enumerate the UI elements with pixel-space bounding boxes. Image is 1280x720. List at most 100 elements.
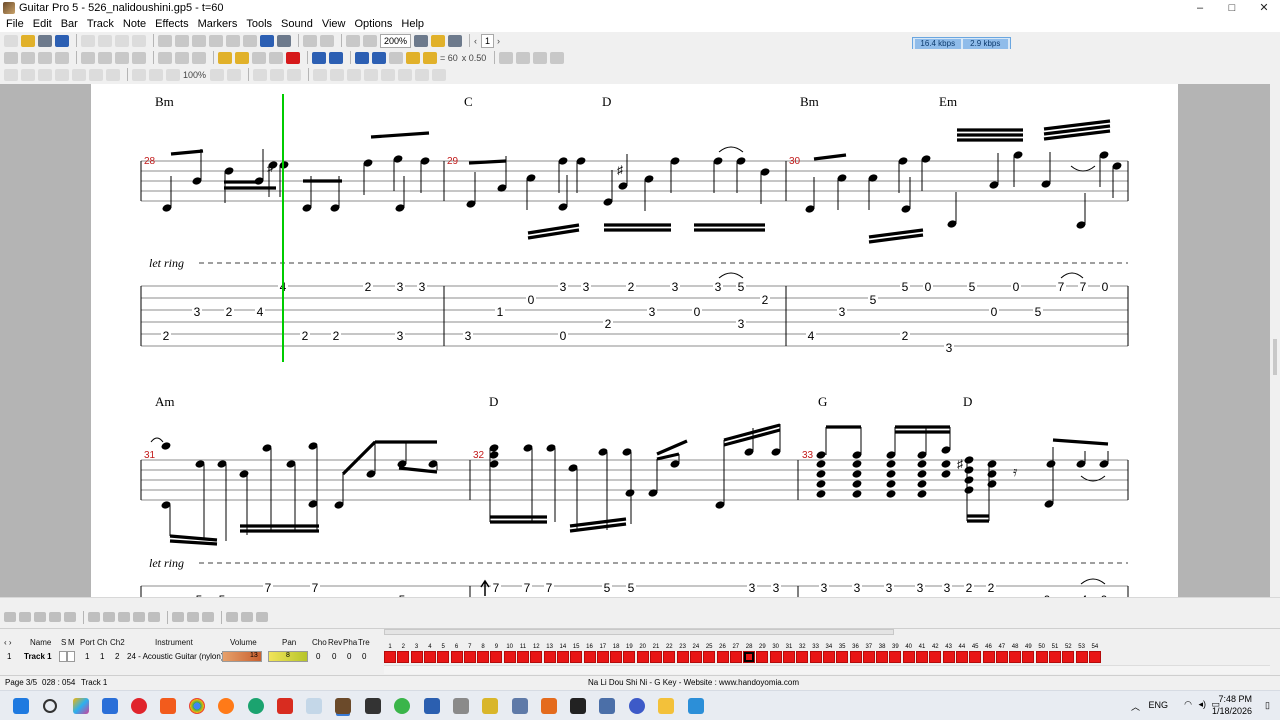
metronome-icon[interactable]: [406, 51, 420, 64]
menu-bar[interactable]: Bar: [61, 18, 78, 30]
quarter-note-icon[interactable]: [38, 68, 52, 81]
mute-checkbox[interactable]: [67, 651, 75, 662]
track-instrument[interactable]: 24 - Acoustic Guitar (nylon): [127, 652, 223, 661]
zoom-out-icon[interactable]: [346, 34, 360, 47]
app-media-icon[interactable]: [599, 698, 615, 714]
accentuated-note-icon[interactable]: [34, 612, 46, 622]
multitrack-icon[interactable]: [226, 34, 240, 47]
let-ring-icon[interactable]: [415, 68, 430, 81]
bar-cell[interactable]: [676, 651, 689, 663]
bar-cell[interactable]: [650, 651, 662, 663]
trill-icon[interactable]: [88, 612, 100, 622]
whole-note-icon[interactable]: [4, 68, 18, 81]
horizontal-scrollbar[interactable]: [0, 597, 1280, 606]
play-icon[interactable]: [329, 51, 343, 64]
store-icon[interactable]: [102, 698, 118, 714]
dead-note-icon[interactable]: [4, 612, 16, 622]
app-blue-icon[interactable]: [424, 698, 440, 714]
menu-track[interactable]: Track: [87, 18, 114, 30]
vertical-scrollbar[interactable]: [1270, 84, 1280, 597]
track-tremolo[interactable]: 0: [362, 652, 366, 661]
bar-cell[interactable]: [783, 651, 795, 663]
bar-cell[interactable]: [1062, 651, 1075, 663]
bar-cell[interactable]: [982, 651, 995, 663]
score-area[interactable]: 282930BmCDBmEmlet ring♯♯2324422233331033…: [0, 84, 1280, 597]
bar-cell[interactable]: [796, 651, 809, 663]
notification-icon[interactable]: ▯: [1265, 700, 1270, 711]
edge-icon[interactable]: [248, 698, 264, 714]
menu-tools[interactable]: Tools: [246, 18, 272, 30]
eighth-note-icon[interactable]: [55, 68, 69, 81]
language-indicator[interactable]: ENG: [1148, 700, 1168, 710]
bar-cell[interactable]: [1022, 651, 1035, 663]
text-icon[interactable]: [175, 51, 189, 64]
bend-icon[interactable]: [347, 68, 362, 81]
section-icon[interactable]: [202, 612, 214, 622]
tuner-icon[interactable]: [260, 34, 274, 47]
half-note-icon[interactable]: [21, 68, 35, 81]
firefox-icon[interactable]: [218, 698, 234, 714]
fretboard-icon[interactable]: [243, 34, 257, 47]
rest-icon[interactable]: [253, 68, 268, 81]
bar-cell[interactable]: [942, 651, 955, 663]
track-channel2[interactable]: 2: [115, 652, 119, 661]
menu-help[interactable]: Help: [401, 18, 424, 30]
timeline-scroll[interactable]: [384, 629, 894, 635]
loop-icon[interactable]: [269, 51, 283, 64]
bar-cell[interactable]: [1088, 651, 1101, 663]
slap-icon[interactable]: [133, 612, 145, 622]
sixteenth-note-icon[interactable]: [72, 68, 86, 81]
alternate-ending-icon[interactable]: [115, 51, 129, 64]
arrow-down-icon[interactable]: [241, 612, 253, 622]
keyboard-icon[interactable]: [448, 34, 463, 47]
lock-icon[interactable]: [192, 51, 206, 64]
bar-cell[interactable]: [849, 651, 862, 663]
ghost-note-icon[interactable]: [19, 612, 31, 622]
bar-cell[interactable]: [384, 651, 396, 663]
bar-cell[interactable]: [663, 651, 676, 663]
screen-view-icon[interactable]: [320, 34, 334, 47]
bar-cell[interactable]: [716, 651, 729, 663]
rewind-icon[interactable]: [355, 51, 369, 64]
staccato-icon[interactable]: [287, 68, 302, 81]
maximize-button[interactable]: □: [1216, 0, 1248, 16]
chord-icon[interactable]: [235, 51, 249, 64]
fade-in-icon[interactable]: [64, 612, 76, 622]
bar-cell[interactable]: [1009, 651, 1022, 663]
bar-cell[interactable]: [543, 651, 556, 663]
mixer-icon[interactable]: [533, 51, 548, 64]
direction-icon[interactable]: [158, 51, 172, 64]
menu-note[interactable]: Note: [123, 18, 146, 30]
bar-cell[interactable]: [596, 651, 609, 663]
notepad-icon[interactable]: [306, 698, 322, 714]
grace-note-icon[interactable]: [270, 68, 285, 81]
search-icon[interactable]: [43, 699, 57, 713]
marker-icon[interactable]: [218, 51, 232, 64]
bar-cell[interactable]: [530, 651, 543, 663]
bar-cell[interactable]: [623, 651, 636, 663]
tab-view-icon[interactable]: [431, 34, 446, 47]
track-row[interactable]: 1 Track 1 1 1 2 24 - Acoustic Guitar (ny…: [0, 651, 380, 664]
bar-cell[interactable]: [916, 651, 928, 663]
bar-cell[interactable]: [902, 651, 915, 663]
track-phaser[interactable]: 0: [347, 652, 351, 661]
cut-icon[interactable]: [81, 34, 95, 47]
bar-cell[interactable]: [410, 651, 423, 663]
headphones-icon[interactable]: [629, 698, 645, 714]
dynamics-icon[interactable]: [210, 68, 225, 81]
repeat-open-icon[interactable]: [81, 51, 95, 64]
tie-icon[interactable]: [166, 68, 180, 81]
bar-cell[interactable]: [397, 651, 410, 663]
rse-icon[interactable]: [516, 51, 531, 64]
delete-track-icon[interactable]: [209, 34, 223, 47]
app-grey-icon[interactable]: [453, 698, 469, 714]
score-page[interactable]: 282930BmCDBmEmlet ring♯♯2324422233331033…: [91, 84, 1178, 597]
speed-label[interactable]: x 0.50: [462, 53, 487, 63]
bar-cell[interactable]: [1075, 651, 1088, 663]
harmonic-icon[interactable]: [381, 68, 396, 81]
key-sig-icon[interactable]: [55, 51, 69, 64]
pick-stroke-icon[interactable]: [103, 612, 115, 622]
menu-markers[interactable]: Markers: [198, 18, 238, 30]
score-canvas[interactable]: 282930BmCDBmEmlet ring♯♯2324422233331033…: [91, 84, 1178, 597]
bar-cell[interactable]: [756, 651, 769, 663]
